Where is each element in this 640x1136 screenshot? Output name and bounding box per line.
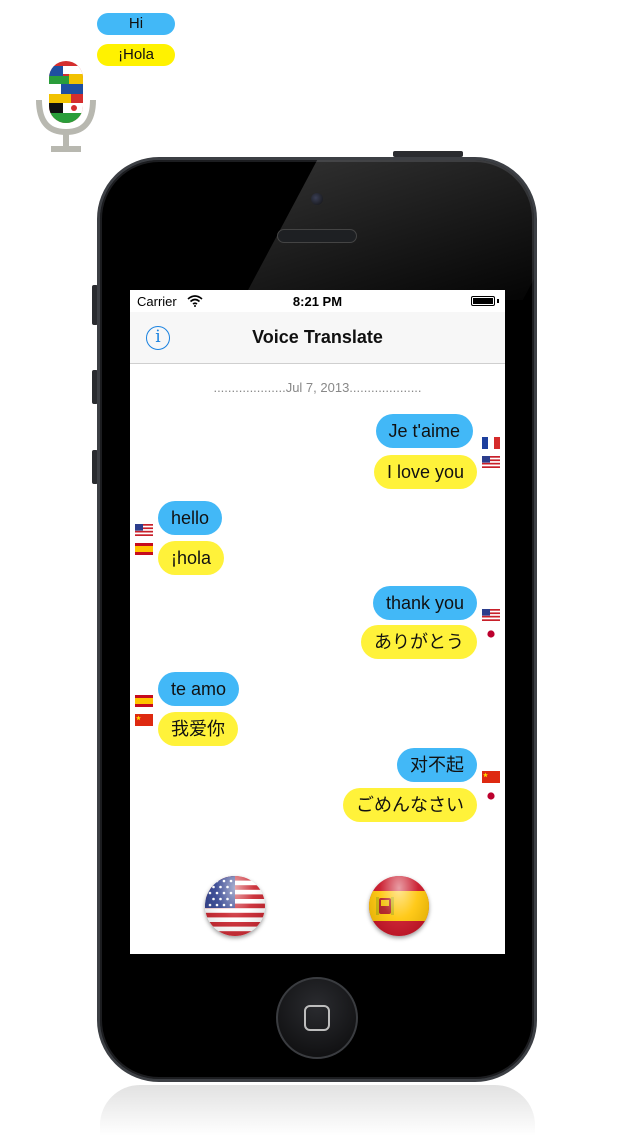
app-screen: Carrier 8:21 PM i Voice Translate ......… xyxy=(130,290,505,954)
date-separator: ....................Jul 7, 2013.........… xyxy=(213,380,422,395)
logo-bubble-hi: Hi xyxy=(97,13,175,35)
status-time: 8:21 PM xyxy=(292,294,343,309)
usa-flag-icon xyxy=(482,456,500,468)
page-title: Voice Translate xyxy=(252,327,383,347)
usa-flag-icon xyxy=(482,609,500,621)
earpiece-speaker xyxy=(277,229,357,243)
microphone-logo-icon xyxy=(36,61,96,152)
spanish-language-button[interactable] xyxy=(369,876,429,936)
message-original-bubble[interactable]: hello xyxy=(158,501,223,535)
phone-reflection xyxy=(100,1085,535,1136)
china-flag-icon xyxy=(135,714,153,726)
message-original-bubble[interactable]: Je t'aime xyxy=(375,414,473,448)
japan-flag-icon xyxy=(482,790,500,802)
english-language-button[interactable] xyxy=(205,876,265,936)
navigation-bar: i Voice Translate xyxy=(130,312,505,364)
front-camera xyxy=(311,193,323,205)
message-translation-bubble[interactable]: I love you xyxy=(373,455,477,489)
china-flag-icon xyxy=(482,771,500,783)
spain-flag-icon xyxy=(135,543,153,555)
message-translation-bubble[interactable]: 我爱你 xyxy=(158,712,238,746)
message-translation-bubble[interactable]: ありがとう xyxy=(361,625,477,659)
status-bar: Carrier 8:21 PM xyxy=(130,290,505,312)
logo-bubble-hola: ¡Hola xyxy=(97,44,175,66)
message-original-bubble[interactable]: te amo xyxy=(158,672,240,706)
france-flag-icon xyxy=(482,437,500,449)
message-original-bubble[interactable]: 对不起 xyxy=(397,748,477,782)
battery-icon xyxy=(471,296,495,306)
japan-flag-icon xyxy=(482,628,500,640)
message-translation-bubble[interactable]: ¡hola xyxy=(158,541,225,575)
message-original-bubble[interactable]: thank you xyxy=(372,586,477,620)
message-translation-bubble[interactable]: ごめんなさい xyxy=(343,788,477,822)
spain-flag-icon xyxy=(135,695,153,707)
usa-flag-icon xyxy=(135,524,153,536)
home-square-icon xyxy=(304,1005,330,1031)
home-button[interactable] xyxy=(276,977,358,1059)
